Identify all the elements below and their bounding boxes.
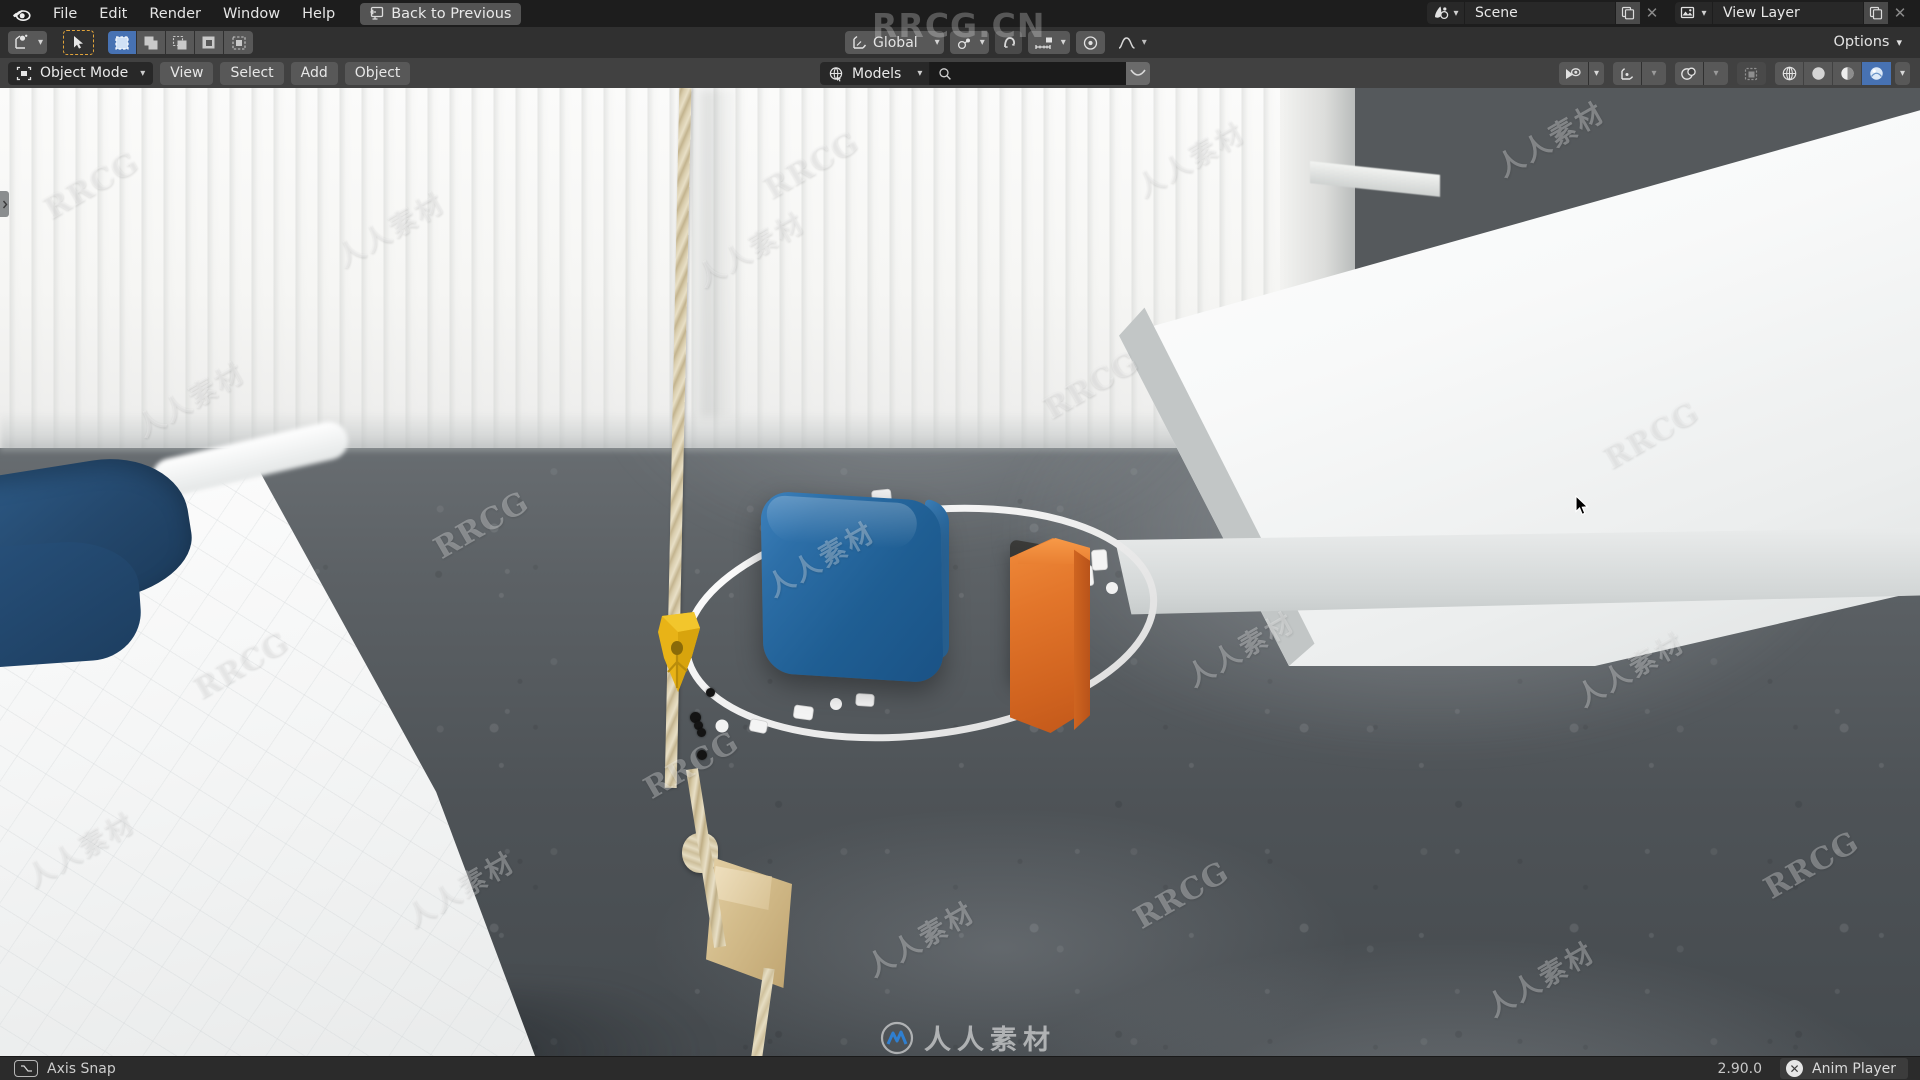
viewport-menu-object[interactable]: Object [344, 61, 411, 85]
3d-viewport[interactable]: RRCG 人人素材 RRCG 人人素材 人人素材 RRCG 人人素材 RRCG … [0, 88, 1920, 1066]
sidebar-toggle-icon[interactable] [0, 191, 9, 217]
menu-help[interactable]: Help [291, 3, 346, 25]
gizmo-handle-dot[interactable] [697, 728, 706, 737]
object-mode-icon [16, 66, 32, 81]
close-x-circle-icon[interactable]: ✕ [1786, 1060, 1803, 1077]
gizmo-handle-dot[interactable] [697, 750, 707, 760]
snap-target-icon [956, 35, 975, 51]
shading-dropdown-icon[interactable]: ▾ [1895, 62, 1910, 85]
search-icon [938, 67, 952, 81]
chevron-down-icon: ▾ [1896, 35, 1902, 49]
menu-edit[interactable]: Edit [88, 3, 138, 25]
select-invert-icon[interactable] [195, 31, 225, 54]
proportional-edit-icon [1117, 35, 1137, 51]
snap-magnet-icon [1001, 35, 1018, 51]
pivot-point-icon [1082, 35, 1099, 51]
gizmo-dropdown-icon[interactable]: ▾ [1642, 62, 1666, 85]
viewport-options-label: Options [1833, 34, 1890, 50]
status-right-group: 2.90.0 ✕ Anim Player [1717, 1058, 1908, 1079]
shading-rendered-icon[interactable] [1862, 62, 1891, 85]
snap-increment-icon [1034, 35, 1056, 51]
scene-data-icon[interactable]: ▾ [1427, 2, 1465, 24]
menu-file[interactable]: File [42, 3, 88, 25]
select-subtract-icon[interactable] [166, 31, 196, 54]
anim-player-label: Anim Player [1812, 1060, 1896, 1077]
shading-material-preview-icon[interactable] [1833, 62, 1862, 85]
transform-orientation-label: Global [873, 34, 918, 51]
scene-objects-group [0, 88, 1920, 1066]
interaction-mode-selector[interactable]: Object Mode ▾ [8, 61, 154, 85]
yellow-pen-nib-gizmo[interactable] [648, 610, 718, 720]
snap-with-selector[interactable]: ▾ [949, 31, 989, 54]
overlays-dropdown-icon[interactable]: ▾ [1704, 62, 1728, 85]
view-layer-new-button[interactable] [1863, 2, 1888, 24]
back-to-previous-icon [367, 6, 384, 21]
asset-category-selector[interactable]: Models ▾ [820, 62, 931, 85]
visibility-dropdown-icon[interactable]: ▾ [1589, 62, 1604, 85]
world-models-icon [828, 66, 845, 82]
transform-orientation-selector[interactable]: Global ▾ [845, 31, 944, 54]
xray-toggle-icon[interactable] [1737, 62, 1766, 85]
gizmo-icon[interactable] [1613, 62, 1642, 85]
view-layer-datablock[interactable]: ▾ View Layer ✕ [1675, 2, 1912, 24]
shading-solid-icon[interactable] [1804, 62, 1833, 85]
scene-datablock[interactable]: ▾ Scene ✕ [1427, 2, 1664, 24]
select-extend-icon[interactable] [137, 31, 167, 54]
blender-window: File Edit Render Window Help Back to Pre… [0, 0, 1920, 1080]
object-visibility-icon[interactable] [1559, 62, 1589, 85]
back-to-previous-label: Back to Previous [391, 5, 512, 22]
back-to-previous-button[interactable]: Back to Previous [360, 2, 522, 25]
editor-type-selector[interactable]: ▾ [8, 31, 48, 54]
topbar-datablocks: ▾ Scene ✕ ▾ View Layer ✕ [1427, 2, 1912, 24]
asset-search-dropdown-icon[interactable] [1126, 62, 1151, 85]
status-keymap-label: Axis Snap [47, 1060, 116, 1077]
gizmo-handle-dot[interactable] [706, 688, 715, 697]
interaction-mode-label: Object Mode [40, 65, 129, 81]
viewport-display-controls: ▾ ▾ ▾ ▾ [1559, 62, 1910, 85]
snap-magnet-toggle[interactable] [994, 31, 1022, 54]
status-keymap-hint: Axis Snap [14, 1060, 116, 1077]
tool-tweak-select[interactable] [63, 30, 95, 55]
anim-player-chip[interactable]: ✕ Anim Player [1780, 1058, 1908, 1079]
scene-name[interactable]: Scene [1465, 2, 1615, 24]
select-intersect-icon[interactable] [224, 31, 254, 54]
asset-browser-bar: Models ▾ [820, 62, 1151, 85]
proportional-edit-selector[interactable]: ▾ [1111, 31, 1151, 54]
tool-header-bar: ▾ Global ▾ ▾ ▾ ▾ Options ▾ [0, 27, 1920, 58]
viewport-header-bar: Object Mode ▾ View Select Add Object Mod… [0, 58, 1920, 88]
menu-window[interactable]: Window [212, 3, 291, 25]
scene-new-button[interactable] [1615, 2, 1640, 24]
viewport-menu-view[interactable]: View [160, 61, 214, 85]
blue-rounded-box[interactable] [760, 490, 944, 684]
scene-unlink-icon[interactable]: ✕ [1640, 2, 1664, 24]
asset-category-label: Models [852, 65, 902, 82]
view-layer-unlink-icon[interactable]: ✕ [1888, 2, 1912, 24]
menu-render[interactable]: Render [138, 3, 212, 25]
editor-type-icon [13, 34, 33, 51]
alt-key-icon [14, 1060, 38, 1077]
select-box-icon[interactable] [108, 31, 138, 54]
blender-logo-icon[interactable] [8, 3, 34, 25]
blender-version-label: 2.90.0 [1717, 1060, 1762, 1077]
status-bar: Axis Snap 2.90.0 ✕ Anim Player [0, 1056, 1920, 1080]
pivot-point-selector[interactable] [1075, 31, 1105, 54]
asset-search-field[interactable] [930, 62, 1127, 85]
snap-increment-selector[interactable]: ▾ [1027, 31, 1070, 54]
shading-wireframe-icon[interactable] [1775, 62, 1804, 85]
search-input[interactable] [958, 65, 1121, 82]
view-layer-name[interactable]: View Layer [1713, 2, 1863, 24]
viewport-menu-add[interactable]: Add [290, 61, 338, 85]
view-layer-icon[interactable]: ▾ [1675, 2, 1713, 24]
top-menu-bar: File Edit Render Window Help Back to Pre… [0, 0, 1920, 27]
orange-box-side-face[interactable] [1074, 549, 1090, 730]
viewport-options-button[interactable]: Options ▾ [1828, 31, 1908, 53]
orientation-icon [851, 35, 868, 51]
select-mode-group [108, 31, 254, 54]
shading-mode-group: ▾ [1775, 62, 1910, 85]
overlays-icon[interactable] [1675, 62, 1704, 85]
mouse-pointer-icon [1575, 495, 1589, 516]
viewport-menu-select[interactable]: Select [220, 61, 284, 85]
